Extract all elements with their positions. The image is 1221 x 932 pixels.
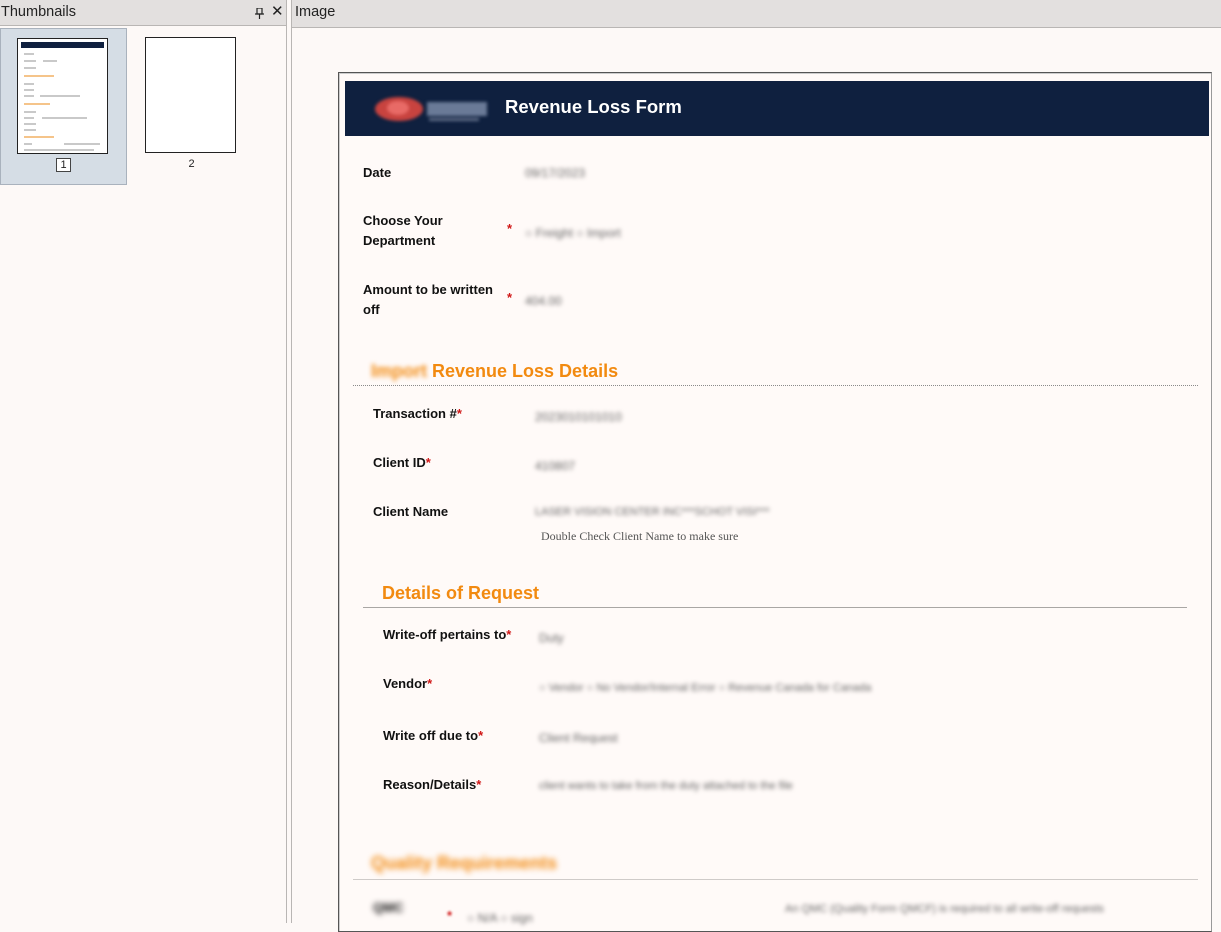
amount-value: 404.00 [525,294,562,308]
client-name-hint: Double Check Client Name to make sure [541,529,739,543]
write-off-pertains-label: Write-off pertains to* [383,627,512,642]
transaction-value: 2023010101010 [535,410,622,424]
thumbnails-header: Thumbnails ✕ [0,0,286,26]
amount-label: Amount to be written off [363,282,493,317]
section-divider [353,385,1198,386]
section-prefix: Import [371,361,427,381]
vendor-label: Vendor* [383,676,433,691]
thumbnail-page-2[interactable]: 2 [128,28,255,185]
required-marker: * [447,908,453,923]
company-logo [363,93,489,125]
section-revenue-loss-details: Import Revenue Loss Details [371,361,618,382]
client-name-label: Client Name [373,504,449,519]
section-divider [353,879,1198,880]
client-id-value: 410807 [535,459,576,473]
reason-value: client wants to take from the duty attac… [539,780,793,792]
reason-label: Reason/Details* [383,777,482,792]
qmc-note: An QMC (Quality Form QMCF) is required t… [785,903,1104,915]
client-id-label: Client ID* [373,455,431,470]
date-label: Date [363,165,392,180]
image-pane: Image Revenue Loss Form Date 09/17/2023 … [291,0,1221,932]
department-value: ○ Freight ○ Import [525,226,621,240]
qmc-label: QMC [373,900,404,915]
close-icon[interactable]: ✕ [271,0,284,24]
thumbnail-page-number: 1 [56,158,71,172]
department-label: Choose Your Department [363,213,443,248]
write-off-due-label: Write off due to* [383,728,484,743]
write-off-due-value: Client Request [539,731,618,745]
write-off-pertains-value: Duty [539,631,564,645]
required-marker: * [507,290,513,305]
section-divider [363,607,1187,608]
thumbnail-page-1-image [17,38,108,154]
thumbnails-title: Thumbnails [1,4,76,20]
section-title: Revenue Loss Details [432,361,619,381]
section-details-of-request: Details of Request [382,583,540,603]
section-quality-requirements: Quality Requirements [371,853,558,873]
thumbnails-pane: Thumbnails ✕ 1 2 [0,0,287,923]
pin-icon[interactable] [255,3,264,27]
date-value: 09/17/2023 [525,166,586,180]
required-marker: * [507,221,513,236]
image-header: Image [292,0,1221,28]
form-title: Revenue Loss Form [505,96,682,117]
form-banner: Revenue Loss Form [345,81,1209,136]
vendor-value: ○ Vendor ○ No Vendor/Internal Error ○ Re… [539,682,872,694]
thumbnail-page-2-image [145,37,236,153]
document-page: Revenue Loss Form Date 09/17/2023 Choose… [338,72,1212,932]
thumbnail-page-1[interactable]: 1 [0,28,127,185]
transaction-label: Transaction #* [373,406,462,421]
image-title: Image [295,4,336,20]
thumbnail-page-number: 2 [188,158,195,170]
client-name-value: LASER VISION CENTER INC***SCHOT VISI*** [535,506,770,518]
